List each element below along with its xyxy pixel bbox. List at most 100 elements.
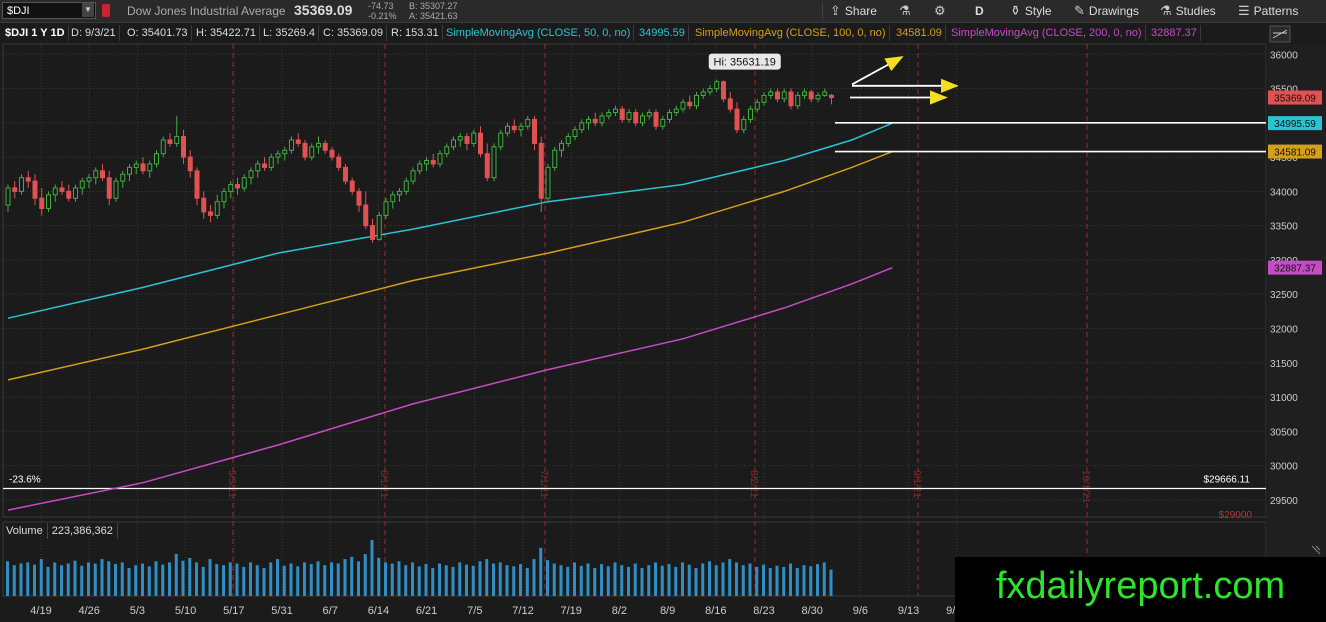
volume-bar [505,565,509,596]
volume-bar [26,562,30,596]
candle-body [430,160,436,165]
candle-body [640,115,645,124]
candle-body [410,170,416,182]
candle-body [275,153,281,158]
candle-body [187,156,193,172]
volume-bar [316,561,320,596]
x-tick-label: 6/14 [368,605,389,617]
volume-bar [485,559,489,596]
candle-body [248,170,254,179]
volume-bar [377,557,381,596]
volume-bar [296,566,300,596]
candle-body [700,91,706,96]
y-tick-label: 36000 [1270,50,1298,61]
candle-body [19,177,24,192]
volume-bar [681,562,684,596]
volume-bar [370,540,374,596]
volume-bar [309,564,313,596]
volume-bar [147,566,151,596]
volume-bar [174,554,178,596]
volume-bar [323,565,327,596]
candle-body [451,139,456,148]
candle-body [403,180,409,192]
candle-body [133,163,139,168]
candle-body [484,153,490,179]
candle-body [160,139,166,155]
candle-body [181,136,186,158]
volume-bar [674,566,678,596]
candle-body [613,108,618,114]
month-marker-label: 9/1/21 [911,470,922,498]
candle-body [100,170,105,179]
candle-body [309,146,315,158]
volume-bar [741,565,745,596]
volume-bar [181,560,185,596]
volume-bar [363,554,367,596]
candle-body [113,180,119,199]
volume-bar [255,565,259,596]
y-tick-label: 32000 [1270,324,1298,335]
x-tick-label: 8/2 [612,605,627,617]
candle-body [559,142,564,151]
x-tick-label: 8/9 [660,605,675,617]
month-marker-label: 7/1/21 [538,470,549,498]
price-axis-tag-text: 32887.37 [1274,264,1316,275]
price-axis-tag-text: 35369.09 [1274,94,1316,105]
volume-bar [141,563,144,596]
candle-body [437,153,443,165]
candle-body [221,190,227,203]
candle-body [356,190,362,206]
candle-body [5,187,11,206]
candle-body [646,112,652,117]
candle-body [579,122,585,131]
candle-body [295,139,301,144]
candle-body [120,173,126,182]
candle-body [235,184,240,189]
volume-bar [262,568,266,596]
volume-bar [154,561,158,596]
volume-bar [586,563,590,596]
candle-body [619,108,625,120]
candle-body [653,112,659,127]
volume-bar [330,562,333,596]
candle-body [201,197,207,213]
candle-body [127,166,132,175]
volume-bar [451,566,455,596]
candle-body [376,214,382,240]
candle-body [147,163,153,172]
candle-body [397,190,402,196]
volume-bar [282,565,286,596]
candle-body [511,125,517,131]
candle-body [214,201,220,216]
volume-bar [208,559,212,596]
volume-bar [768,568,772,596]
candle-body [565,136,571,144]
volume-bar [303,562,306,596]
volume-bar [633,563,637,596]
volume-label: Volume [2,523,48,539]
candle-body [316,142,321,148]
volume-bar [478,561,482,596]
volume-bar [816,564,819,596]
candle-body [363,204,369,227]
volume-bar [289,563,293,596]
volume-bar [458,562,462,596]
y-tick-label: 34000 [1270,187,1298,198]
y-tick-label: 33500 [1270,222,1298,233]
volume-bar [809,566,813,596]
price-chart[interactable]: 2950030000305003100031500320003250033000… [0,0,1326,622]
volume-bar [397,561,401,596]
candle-body [552,149,558,168]
volume-bar [87,562,90,596]
candle-body [322,142,328,151]
volume-bar [728,559,732,596]
volume-bar [100,559,104,596]
candle-body [788,91,794,107]
volume-bar [471,565,475,596]
volume-bar [350,556,354,596]
volume-bar [107,561,111,596]
candle-body [606,112,612,117]
volume-bar [498,562,502,596]
volume-bar [606,566,610,596]
volume-bar [431,568,435,596]
